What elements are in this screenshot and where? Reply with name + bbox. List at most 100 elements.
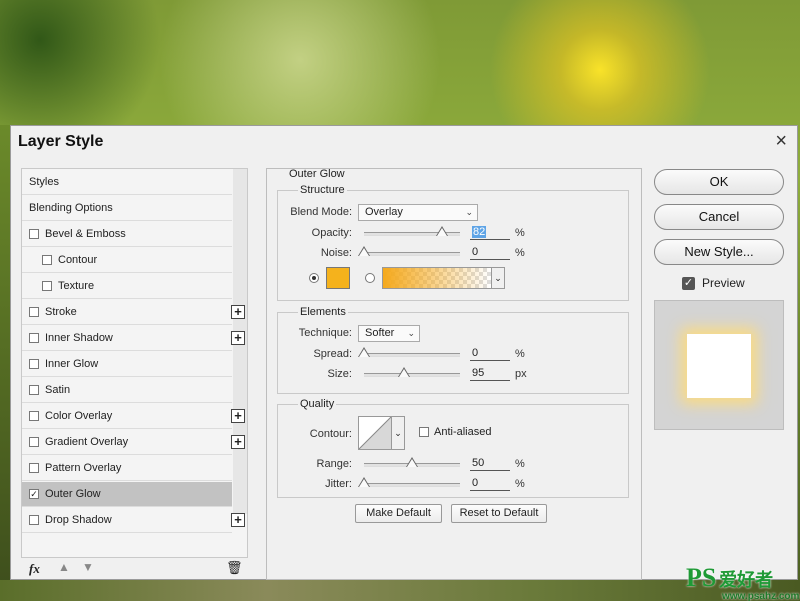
size-slider-thumb[interactable]: [398, 367, 410, 377]
solid-color-radio[interactable]: [309, 273, 319, 283]
close-icon[interactable]: ×: [775, 130, 787, 153]
opacity-slider-thumb[interactable]: [436, 226, 448, 236]
contour-picker[interactable]: [358, 416, 392, 450]
spread-input[interactable]: 0: [470, 346, 510, 361]
technique-value: Softer: [365, 327, 395, 339]
style-item-label: Inner Glow: [45, 358, 99, 370]
glow-gradient-picker[interactable]: [382, 267, 492, 289]
spread-slider[interactable]: [358, 347, 460, 357]
blend-mode-value: Overlay: [365, 206, 403, 218]
arrow-up-icon[interactable]: ▲: [58, 560, 70, 574]
style-item-checkbox[interactable]: ✓: [29, 489, 39, 499]
style-item-color-overlay[interactable]: Color Overlay +: [22, 404, 245, 429]
add-effect-icon[interactable]: +: [231, 305, 245, 319]
style-item-checkbox[interactable]: [29, 437, 39, 447]
style-item-checkbox[interactable]: [29, 307, 39, 317]
preview-toggle[interactable]: ✓ Preview: [682, 276, 745, 290]
add-effect-icon[interactable]: +: [231, 435, 245, 449]
noise-slider-thumb[interactable]: [358, 246, 370, 256]
jitter-slider[interactable]: [358, 477, 460, 487]
style-item-styles[interactable]: Styles: [22, 170, 232, 195]
size-unit: px: [515, 368, 527, 380]
style-item-label: Texture: [58, 280, 95, 292]
opacity-slider[interactable]: [364, 226, 460, 236]
size-label: Size:: [327, 368, 352, 380]
style-item-label: Satin: [45, 384, 71, 396]
range-input[interactable]: 50: [470, 456, 510, 471]
style-item-checkbox[interactable]: [42, 255, 52, 265]
style-item-inner-shadow[interactable]: Inner Shadow +: [22, 326, 245, 351]
style-item-pattern-overlay[interactable]: Pattern Overlay: [22, 456, 232, 481]
jitter-slider-thumb[interactable]: [358, 477, 370, 487]
spread-label: Spread:: [313, 348, 352, 360]
style-item-checkbox[interactable]: [29, 359, 39, 369]
style-item-label: Gradient Overlay: [45, 436, 129, 448]
style-item-blending-options[interactable]: Blending Options: [22, 196, 232, 221]
quality-title: Quality: [298, 398, 337, 410]
opacity-input[interactable]: 82: [470, 225, 510, 240]
style-item-label: Contour: [58, 254, 98, 266]
noise-input[interactable]: 0: [470, 245, 510, 260]
styles-list: Styles Blending Options Bevel & Emboss Cont…: [21, 168, 248, 576]
contour-curve-icon: [359, 417, 391, 449]
style-item-contour[interactable]: Contour: [22, 248, 232, 273]
chevron-down-icon[interactable]: ⌄: [492, 267, 505, 289]
size-input[interactable]: 95: [470, 366, 510, 381]
size-slider[interactable]: [364, 367, 460, 377]
structure-title: Structure: [298, 184, 347, 196]
style-item-bevel-emboss[interactable]: Bevel & Emboss: [22, 222, 232, 247]
range-slider[interactable]: [364, 457, 460, 467]
arrow-down-icon[interactable]: ▼: [82, 560, 94, 574]
watermark-logo: PS 爱好者 www.psahz.com: [686, 563, 800, 602]
add-effect-icon[interactable]: +: [231, 513, 245, 527]
preview-label: Preview: [702, 276, 745, 290]
ok-button[interactable]: OK: [654, 169, 784, 195]
style-item-gradient-overlay[interactable]: Gradient Overlay +: [22, 430, 245, 455]
anti-aliased-checkbox[interactable]: [419, 427, 429, 437]
dialog-title: Layer Style: [18, 133, 104, 150]
blend-mode-label: Blend Mode:: [290, 206, 352, 218]
style-item-satin[interactable]: Satin: [22, 378, 232, 403]
preview-checkbox[interactable]: ✓: [682, 276, 695, 290]
trash-icon[interactable]: 🗑: [226, 560, 243, 576]
make-default-button[interactable]: Make Default: [355, 504, 442, 523]
noise-slider[interactable]: [358, 246, 460, 256]
style-item-checkbox[interactable]: [29, 411, 39, 421]
style-item-drop-shadow[interactable]: Drop Shadow +: [22, 508, 245, 533]
range-slider-thumb[interactable]: [406, 457, 418, 467]
background-strip: [0, 125, 10, 601]
style-item-checkbox[interactable]: [29, 515, 39, 525]
chevron-down-icon[interactable]: ⌄: [392, 416, 405, 450]
gradient-radio[interactable]: [365, 273, 375, 283]
jitter-label: Jitter:: [325, 478, 352, 490]
style-item-inner-glow[interactable]: Inner Glow: [22, 352, 232, 377]
jitter-input[interactable]: 0: [470, 476, 510, 491]
style-item-checkbox[interactable]: [29, 463, 39, 473]
style-item-checkbox[interactable]: [29, 385, 39, 395]
spread-slider-thumb[interactable]: [358, 347, 370, 357]
noise-unit: %: [515, 247, 525, 259]
cancel-button[interactable]: Cancel: [654, 204, 784, 230]
style-item-texture[interactable]: Texture: [22, 274, 232, 299]
style-item-checkbox[interactable]: [42, 281, 52, 291]
range-unit: %: [515, 458, 525, 470]
section-title: Outer Glow: [289, 168, 345, 180]
style-item-label: Bevel & Emboss: [45, 228, 126, 240]
blend-mode-select[interactable]: Overlay ⌄: [358, 204, 478, 221]
style-item-checkbox[interactable]: [29, 229, 39, 239]
style-item-checkbox[interactable]: [29, 333, 39, 343]
technique-select[interactable]: Softer ⌄: [358, 325, 420, 342]
add-effect-icon[interactable]: +: [231, 409, 245, 423]
style-item-stroke[interactable]: Stroke +: [22, 300, 245, 325]
style-item-label: Color Overlay: [45, 410, 113, 422]
chevron-down-icon: ⌄: [465, 207, 473, 217]
elements-title: Elements: [298, 306, 348, 318]
style-item-outer-glow[interactable]: ✓ Outer Glow: [22, 482, 232, 507]
add-effect-icon[interactable]: +: [231, 331, 245, 345]
style-item-label: Styles: [29, 176, 59, 188]
fx-button[interactable]: fx: [29, 561, 40, 577]
style-item-label: Pattern Overlay: [45, 462, 122, 474]
reset-to-default-button[interactable]: Reset to Default: [451, 504, 547, 523]
glow-color-swatch[interactable]: [326, 267, 350, 289]
new-style-button[interactable]: New Style...: [654, 239, 784, 265]
